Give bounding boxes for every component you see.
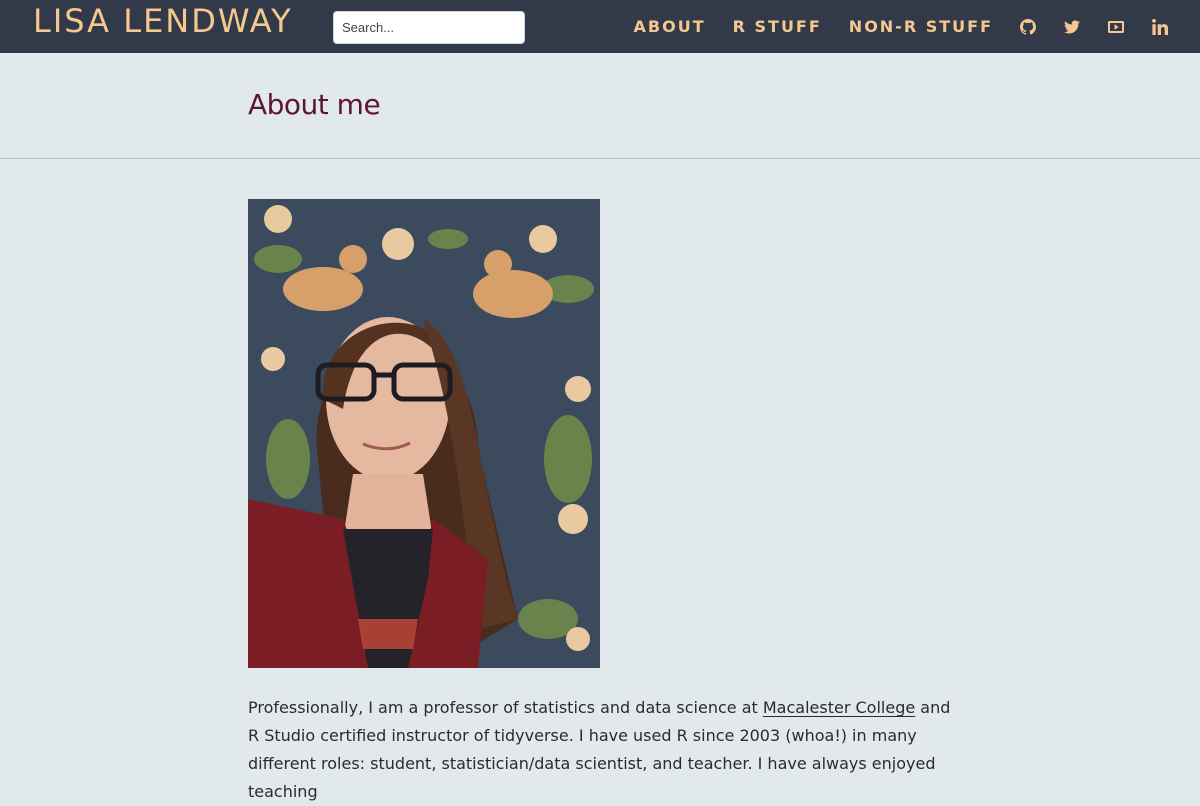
- nav-links: ABOUT R STUFF NON-R STUFF: [634, 0, 1200, 53]
- macalester-college-link[interactable]: Macalester College: [763, 698, 915, 717]
- bio-paragraph: Professionally, I am a professor of stat…: [248, 694, 958, 806]
- github-icon[interactable]: [1020, 18, 1036, 35]
- linkedin-icon[interactable]: [1152, 18, 1168, 35]
- nav-about[interactable]: ABOUT: [634, 17, 706, 36]
- site-brand[interactable]: LISA LENDWAY: [33, 2, 293, 40]
- nav-non-r-stuff[interactable]: NON-R STUFF: [849, 17, 993, 36]
- profile-photo: [248, 199, 600, 668]
- youtube-icon[interactable]: [1108, 19, 1124, 35]
- nav-r-stuff[interactable]: R STUFF: [733, 17, 822, 36]
- page-header-band: [0, 53, 1200, 159]
- search-input[interactable]: [333, 11, 525, 44]
- navbar: LISA LENDWAY ABOUT R STUFF NON-R STUFF: [0, 0, 1200, 53]
- bio-text-1: Professionally, I am a professor of stat…: [248, 698, 763, 717]
- page-title: About me: [248, 88, 381, 121]
- twitter-icon[interactable]: [1064, 19, 1080, 35]
